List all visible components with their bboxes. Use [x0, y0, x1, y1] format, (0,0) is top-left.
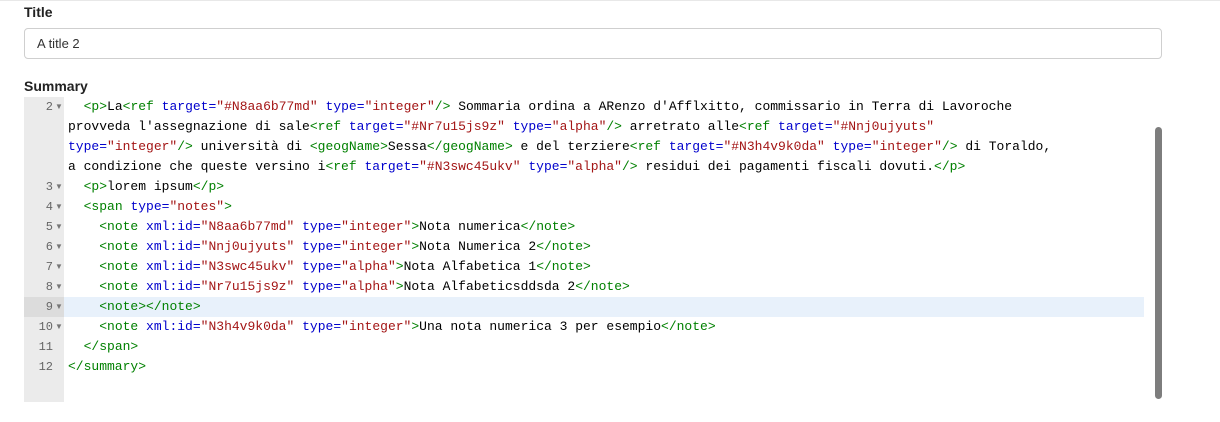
- code-line[interactable]: <span type="notes">: [68, 197, 232, 217]
- fold-arrow-icon[interactable]: ▼: [54, 317, 64, 337]
- line-number: 10: [38, 320, 53, 334]
- title-label: Title: [24, 4, 53, 20]
- code-line[interactable]: <note></note>: [68, 297, 200, 317]
- line-number: 6: [45, 240, 53, 254]
- line-number: 12: [38, 360, 53, 374]
- fold-arrow-icon[interactable]: ▼: [54, 257, 64, 277]
- fold-arrow-icon[interactable]: ▼: [54, 177, 64, 197]
- code-line[interactable]: <note xml:id="N3h4v9k0da" type="integer"…: [68, 317, 715, 337]
- fold-arrow-icon[interactable]: ▼: [54, 217, 64, 237]
- line-number: 4: [45, 200, 53, 214]
- line-number: 5: [45, 220, 53, 234]
- summary-label: Summary: [24, 78, 88, 94]
- title-input[interactable]: [24, 28, 1162, 59]
- fold-arrow-icon[interactable]: ▼: [54, 297, 64, 317]
- code-line[interactable]: </summary>: [68, 357, 146, 377]
- line-number: 3: [45, 180, 53, 194]
- fold-arrow-icon[interactable]: ▼: [54, 97, 64, 117]
- code-line[interactable]: <p>lorem ipsum</p>: [68, 177, 224, 197]
- active-line-highlight: [64, 297, 1144, 317]
- line-number: 11: [38, 340, 53, 354]
- code-line[interactable]: </span>: [68, 337, 139, 357]
- code-line[interactable]: <note xml:id="N3swc45ukv" type="alpha">N…: [68, 257, 591, 277]
- line-number: 8: [45, 280, 53, 294]
- code-line[interactable]: provveda l'assegnazione di sale<ref targ…: [68, 117, 934, 137]
- summary-code-editor[interactable]: 2 ▼ 3 ▼ 4 ▼ 5 ▼ 6 ▼ 7 ▼ 8 ▼ 9 ▼ 10 ▼ 11 …: [24, 97, 1164, 402]
- line-number: 9: [45, 300, 53, 314]
- code-line[interactable]: type="integer"/> università di <geogName…: [68, 137, 1051, 157]
- code-line[interactable]: a condizione che queste versino i<ref ta…: [68, 157, 965, 177]
- top-divider: [0, 0, 1220, 1]
- code-line[interactable]: <note xml:id="N8aa6b77md" type="integer"…: [68, 217, 575, 237]
- code-line[interactable]: <p>La<ref target="#N8aa6b77md" type="int…: [68, 97, 1012, 117]
- fold-arrow-icon[interactable]: ▼: [54, 237, 64, 257]
- line-number: 2: [45, 100, 53, 114]
- editor-scrollbar-thumb[interactable]: [1155, 127, 1162, 399]
- fold-arrow-icon[interactable]: ▼: [54, 197, 64, 217]
- line-number: 7: [45, 260, 53, 274]
- code-line[interactable]: <note xml:id="Nr7u15js9z" type="alpha">N…: [68, 277, 630, 297]
- code-line[interactable]: <note xml:id="Nnj0ujyuts" type="integer"…: [68, 237, 591, 257]
- fold-arrow-icon[interactable]: ▼: [54, 277, 64, 297]
